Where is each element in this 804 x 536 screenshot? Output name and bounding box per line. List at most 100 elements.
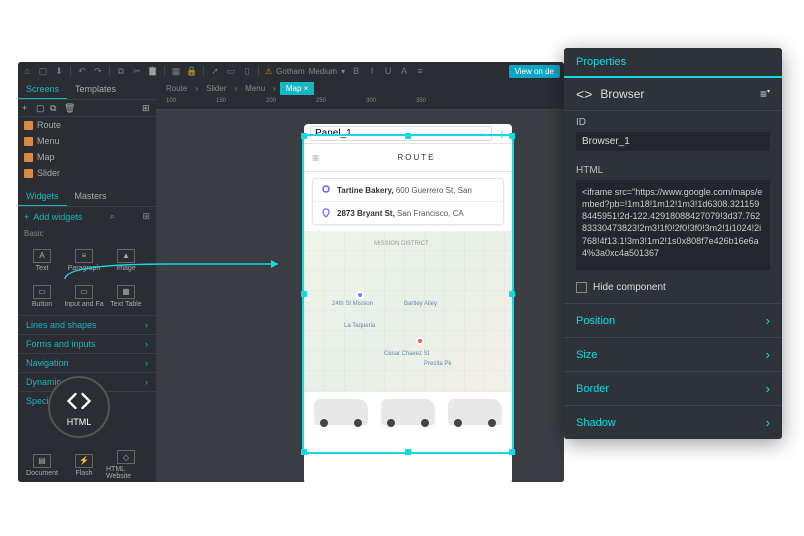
map-poi: La Taqueria xyxy=(344,323,375,329)
map-district-label: MISSION DISTRICT xyxy=(374,241,429,247)
prop-position[interactable]: Position› xyxy=(564,303,782,337)
hamburger-icon[interactable]: ≡ xyxy=(312,151,321,165)
component-type-row: <> Browser ≡▾ xyxy=(564,78,782,111)
map-marker[interactable] xyxy=(416,337,424,345)
crumb-route[interactable]: Route xyxy=(162,84,191,93)
view-on-device-button[interactable]: View on de xyxy=(509,65,560,78)
align-icon[interactable]: ≡ xyxy=(415,66,425,76)
chevron-right-icon: › xyxy=(766,313,770,328)
widget-flash[interactable]: ⚡Flash xyxy=(64,448,104,482)
new-icon[interactable]: ▢ xyxy=(38,66,48,76)
add-panel-button[interactable]: + xyxy=(498,126,506,142)
add-widgets-row[interactable]: + Add widgets ⌕ ⊞ xyxy=(18,207,156,226)
car-thumbnails xyxy=(304,391,512,431)
paste-icon[interactable]: 📋 xyxy=(148,66,158,76)
underline-icon[interactable]: U xyxy=(383,66,393,76)
folder-icon[interactable]: ▢ xyxy=(36,103,46,113)
phone-icon[interactable]: ▯ xyxy=(242,66,252,76)
menu-icon[interactable]: ≡▾ xyxy=(760,87,770,101)
tree-item-map[interactable]: Map xyxy=(18,149,156,165)
map-marker[interactable] xyxy=(356,291,364,299)
address-row-1[interactable]: Tartine Bakery, 600 Guerrero St, San xyxy=(313,179,503,202)
home-icon[interactable]: ⌂ xyxy=(22,66,32,76)
color-icon[interactable]: A xyxy=(399,66,409,76)
redo-icon[interactable]: ↷ xyxy=(93,66,103,76)
pin-icon xyxy=(321,185,331,195)
widget-grid-2: ▤Document ⚡Flash ◇HTML Website xyxy=(18,446,156,482)
car-thumb-2[interactable] xyxy=(381,399,435,425)
expand-icon[interactable]: ⊞ xyxy=(142,103,152,113)
hide-component-row[interactable]: Hide component xyxy=(564,278,782,303)
font-controls[interactable]: ⚠ Gotham Medium ▾ xyxy=(265,67,345,76)
widget-input[interactable]: ▭Input and Fa xyxy=(64,279,104,313)
tab-masters[interactable]: Masters xyxy=(67,187,115,206)
checkbox[interactable] xyxy=(576,282,587,293)
font-family: Gotham xyxy=(276,67,304,76)
widget-document[interactable]: ▤Document xyxy=(22,448,62,482)
tree-item-slider[interactable]: Slider xyxy=(18,165,156,181)
address-row-2[interactable]: 2873 Bryant St, San Francisco, CA xyxy=(313,202,503,224)
code-icon: <> xyxy=(576,86,592,102)
cat-navigation[interactable]: Navigation› xyxy=(18,353,156,372)
phone-mockup[interactable]: Panel_1⌄ + ≡ ROUTE Tartine Bakery, 600 G… xyxy=(304,124,512,482)
chevron-down-icon: ⌄ xyxy=(478,128,486,139)
crumb-map[interactable]: Map × xyxy=(280,82,314,95)
tree-item-route[interactable]: Route xyxy=(18,117,156,133)
chevron-right-icon: › xyxy=(766,415,770,430)
route-title: ROUTE xyxy=(329,153,504,162)
html-widget-badge[interactable]: HTML xyxy=(48,376,110,438)
prop-border[interactable]: Border› xyxy=(564,371,782,405)
save-icon[interactable]: ⬇ xyxy=(54,66,64,76)
chevron-right-icon: › xyxy=(766,347,770,362)
group-icon[interactable]: ▦ xyxy=(171,66,181,76)
lock-icon[interactable]: 🔒 xyxy=(187,66,197,76)
basic-label: Basic xyxy=(18,226,156,241)
car-thumb-3[interactable] xyxy=(448,399,502,425)
main-toolbar: ⌂ ▢ ⬇ ↶ ↷ ⧉ ✂ 📋 ▦ 🔒 ➚ ▭ ▯ ⚠ Gotham Mediu… xyxy=(18,62,564,80)
pin-icon xyxy=(321,208,331,218)
copy-icon[interactable]: ⧉ xyxy=(116,66,126,76)
chevron-right-icon: › xyxy=(766,381,770,396)
cut-icon[interactable]: ✂ xyxy=(132,66,142,76)
tab-screens[interactable]: Screens xyxy=(18,80,67,99)
duplicate-icon[interactable]: ⧉ xyxy=(50,103,60,113)
html-label: HTML xyxy=(564,159,782,178)
widget-html-website[interactable]: ◇HTML Website xyxy=(106,448,146,482)
prop-size[interactable]: Size› xyxy=(564,337,782,371)
pointer-icon[interactable]: ➚ xyxy=(210,66,220,76)
id-input[interactable]: Browser_1 xyxy=(576,132,770,151)
route-header: ≡ ROUTE xyxy=(304,144,512,172)
map-poi: Bartley Alley xyxy=(404,301,437,307)
tab-templates[interactable]: Templates xyxy=(67,80,124,99)
ruler-horizontal: 100 150 200 250 300 350 xyxy=(156,96,564,110)
tab-widgets[interactable]: Widgets xyxy=(18,187,67,206)
panel-select[interactable]: Panel_1⌄ xyxy=(310,126,492,141)
crumb-slider[interactable]: Slider xyxy=(202,84,230,93)
prop-shadow[interactable]: Shadow› xyxy=(564,405,782,439)
device-icon[interactable]: ▭ xyxy=(226,66,236,76)
bold-icon[interactable]: B xyxy=(351,66,361,76)
plus-icon: + xyxy=(24,212,29,222)
tree-item-menu[interactable]: Menu xyxy=(18,133,156,149)
add-icon[interactable]: + xyxy=(22,103,32,113)
html-textarea[interactable]: <iframe src="https://www.google.com/maps… xyxy=(576,180,770,270)
widget-table[interactable]: ▦Text Table xyxy=(106,279,146,313)
screens-toolbar: + ▢ ⧉ 🗑 ⊞ xyxy=(18,100,156,117)
properties-header[interactable]: Properties xyxy=(564,48,782,78)
properties-panel: Properties <> Browser ≡▾ ID Browser_1 HT… xyxy=(564,48,782,439)
expand-icon[interactable]: ⊞ xyxy=(142,211,150,222)
widget-button[interactable]: ▭Button xyxy=(22,279,62,313)
undo-icon[interactable]: ↶ xyxy=(77,66,87,76)
font-weight: Medium xyxy=(309,67,337,76)
map-embed[interactable]: MISSION DISTRICT 24th St Mission Bartley… xyxy=(304,231,512,391)
crumb-menu[interactable]: Menu xyxy=(241,84,269,93)
search-icon[interactable]: ⌕ xyxy=(110,211,115,222)
widget-text[interactable]: AText xyxy=(22,243,62,277)
breadcrumb: Route› Slider› Menu› Map × xyxy=(156,80,564,96)
car-thumb-1[interactable] xyxy=(314,399,368,425)
delete-icon[interactable]: 🗑 xyxy=(64,103,74,113)
component-type: Browser xyxy=(600,87,644,101)
italic-icon[interactable]: I xyxy=(367,66,377,76)
cat-forms[interactable]: Forms and inputs› xyxy=(18,334,156,353)
cat-lines[interactable]: Lines and shapes› xyxy=(18,315,156,334)
